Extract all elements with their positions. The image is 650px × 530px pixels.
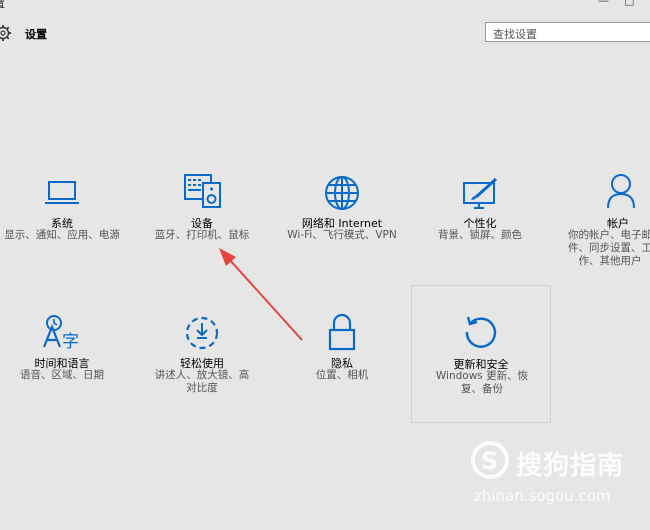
watermark-url: zhinan.sogou.com	[474, 487, 611, 505]
svg-text:S: S	[481, 447, 498, 475]
watermark-title: 搜狗指南	[516, 451, 625, 481]
sogou-logo-icon: S	[471, 441, 509, 479]
